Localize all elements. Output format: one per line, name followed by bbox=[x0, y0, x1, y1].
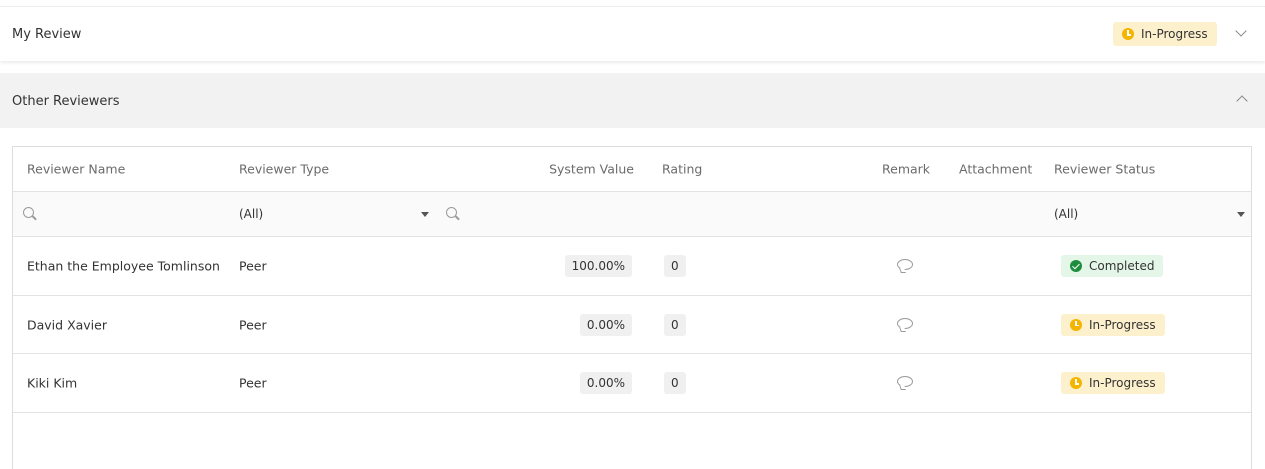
table-row[interactable]: Kiki Kim Peer 0.00% 0 In-Progress bbox=[13, 354, 1251, 413]
system-value: 100.00% bbox=[564, 255, 632, 277]
column-header-reviewer-name[interactable]: Reviewer Name bbox=[27, 162, 125, 177]
grid-header-row: Reviewer Name Reviewer Type System Value… bbox=[13, 147, 1251, 192]
column-header-system-value[interactable]: System Value bbox=[549, 162, 634, 177]
column-header-remark[interactable]: Remark bbox=[882, 162, 930, 177]
other-reviewers-title: Other Reviewers bbox=[12, 94, 120, 109]
grid-filter-row: (All) (All) bbox=[13, 192, 1251, 237]
clock-icon bbox=[1070, 318, 1082, 331]
column-header-attachment[interactable]: Attachment bbox=[959, 162, 1032, 177]
other-reviewers-header[interactable]: Other Reviewers bbox=[0, 73, 1265, 128]
reviewer-status-filter[interactable]: (All) bbox=[1054, 207, 1078, 221]
status-label: In-Progress bbox=[1089, 317, 1156, 332]
system-value: 0.00% bbox=[579, 372, 632, 394]
check-circle-icon bbox=[1070, 260, 1082, 272]
reviewers-grid: Reviewer Name Reviewer Type System Value… bbox=[12, 146, 1252, 469]
column-header-rating[interactable]: Rating bbox=[662, 162, 702, 177]
status-badge: In-Progress bbox=[1061, 372, 1165, 394]
system-value: 0.00% bbox=[579, 313, 632, 336]
reviewer-type: Peer bbox=[239, 375, 267, 391]
reviewer-name: David Xavier bbox=[27, 317, 107, 332]
comment-icon[interactable] bbox=[897, 317, 913, 329]
rating-value: 0 bbox=[664, 372, 686, 394]
dropdown-arrow-icon[interactable] bbox=[421, 212, 429, 217]
rating-value: 0 bbox=[664, 255, 686, 277]
clock-icon bbox=[1070, 377, 1082, 389]
status-label: In-Progress bbox=[1089, 376, 1156, 390]
table-row[interactable]: Ethan the Employee Tomlinson Peer 100.00… bbox=[13, 237, 1251, 296]
reviewer-name: Ethan the Employee Tomlinson bbox=[27, 258, 220, 274]
my-review-panel[interactable]: My Review In-Progress bbox=[0, 6, 1265, 61]
chevron-up-icon[interactable] bbox=[1236, 95, 1248, 107]
clock-icon bbox=[1122, 28, 1134, 40]
reviewer-type: Peer bbox=[239, 317, 267, 332]
my-review-status-badge: In-Progress bbox=[1113, 22, 1217, 46]
search-icon[interactable] bbox=[23, 207, 37, 221]
reviewer-type: Peer bbox=[239, 258, 267, 274]
status-label: In-Progress bbox=[1141, 27, 1208, 41]
status-badge: Completed bbox=[1061, 255, 1164, 277]
my-review-title: My Review bbox=[12, 26, 82, 42]
dropdown-arrow-icon[interactable] bbox=[1237, 212, 1245, 217]
reviewer-type-filter[interactable]: (All) bbox=[239, 207, 263, 221]
comment-icon[interactable] bbox=[897, 259, 913, 270]
column-header-reviewer-status[interactable]: Reviewer Status bbox=[1054, 162, 1155, 177]
status-badge: In-Progress bbox=[1061, 313, 1165, 336]
column-header-reviewer-type[interactable]: Reviewer Type bbox=[239, 162, 329, 177]
reviewer-name: Kiki Kim bbox=[27, 375, 78, 391]
search-icon[interactable] bbox=[446, 207, 460, 221]
chevron-down-icon[interactable] bbox=[1235, 25, 1247, 37]
comment-icon[interactable] bbox=[897, 376, 913, 387]
status-label: Completed bbox=[1089, 259, 1155, 273]
table-row[interactable]: David Xavier Peer 0.00% 0 In-Progress bbox=[13, 296, 1251, 354]
rating-value: 0 bbox=[664, 313, 686, 336]
